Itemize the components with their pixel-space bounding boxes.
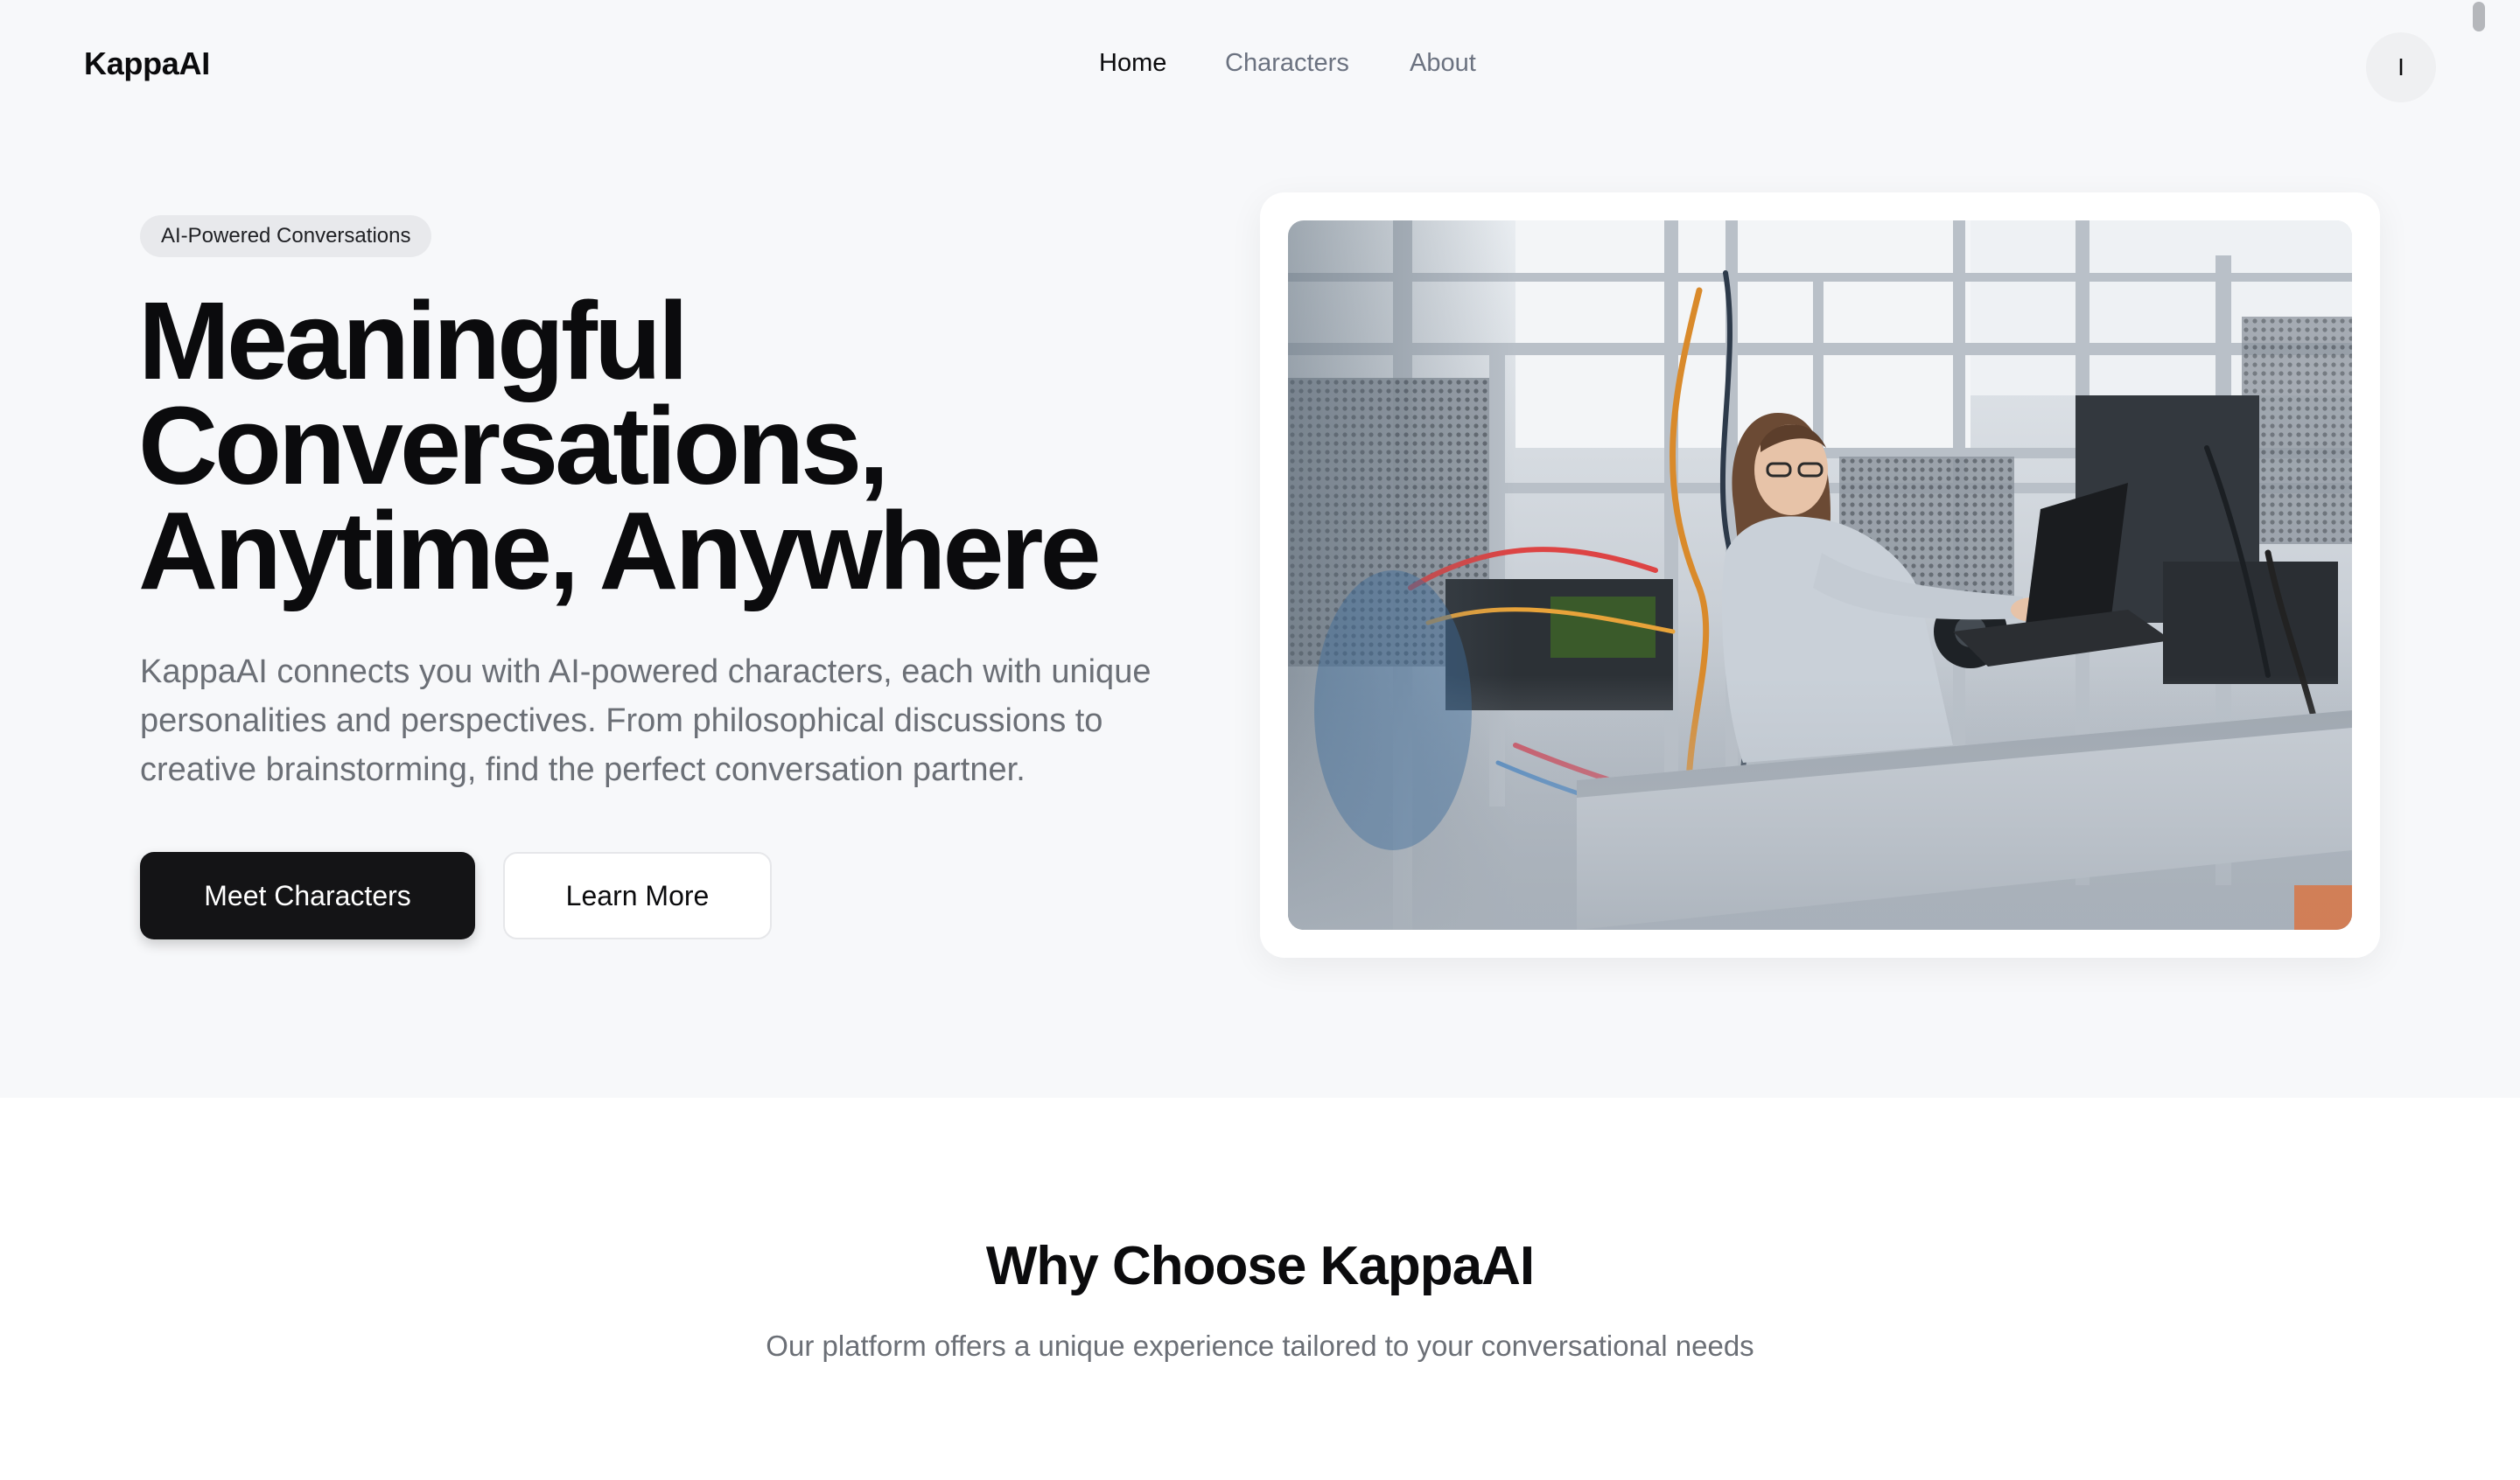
hero-description: KappaAI connects you with AI-powered cha…: [140, 653, 1152, 788]
lab-workstation-illustration: [1288, 220, 2352, 930]
features-subtitle: Our platform offers a unique experience …: [766, 1330, 1754, 1362]
meet-characters-button[interactable]: Meet Characters: [140, 852, 475, 939]
main-nav: Home Characters About: [0, 49, 2520, 84]
hero-title-line: Anytime, Anywhere: [138, 489, 1102, 612]
hero-badge: AI-Powered Conversations: [140, 215, 432, 257]
avatar-initial: I: [2398, 53, 2404, 80]
features-title: Why Choose KappaAI: [985, 1236, 1535, 1296]
learn-more-button[interactable]: Learn More: [503, 852, 772, 939]
scrollbar-thumb[interactable]: [2473, 2, 2485, 31]
nav-characters-link[interactable]: Characters: [1225, 49, 1349, 78]
nav-about-link[interactable]: About: [1410, 49, 1476, 78]
hero-photo: [1288, 220, 2352, 930]
hero-image-card: [1260, 192, 2380, 958]
nav-home-link[interactable]: Home: [1099, 49, 1166, 78]
hero-title: Meaningful Conversations, Anytime, Anywh…: [138, 286, 1276, 606]
user-avatar-button[interactable]: I: [2366, 32, 2436, 102]
